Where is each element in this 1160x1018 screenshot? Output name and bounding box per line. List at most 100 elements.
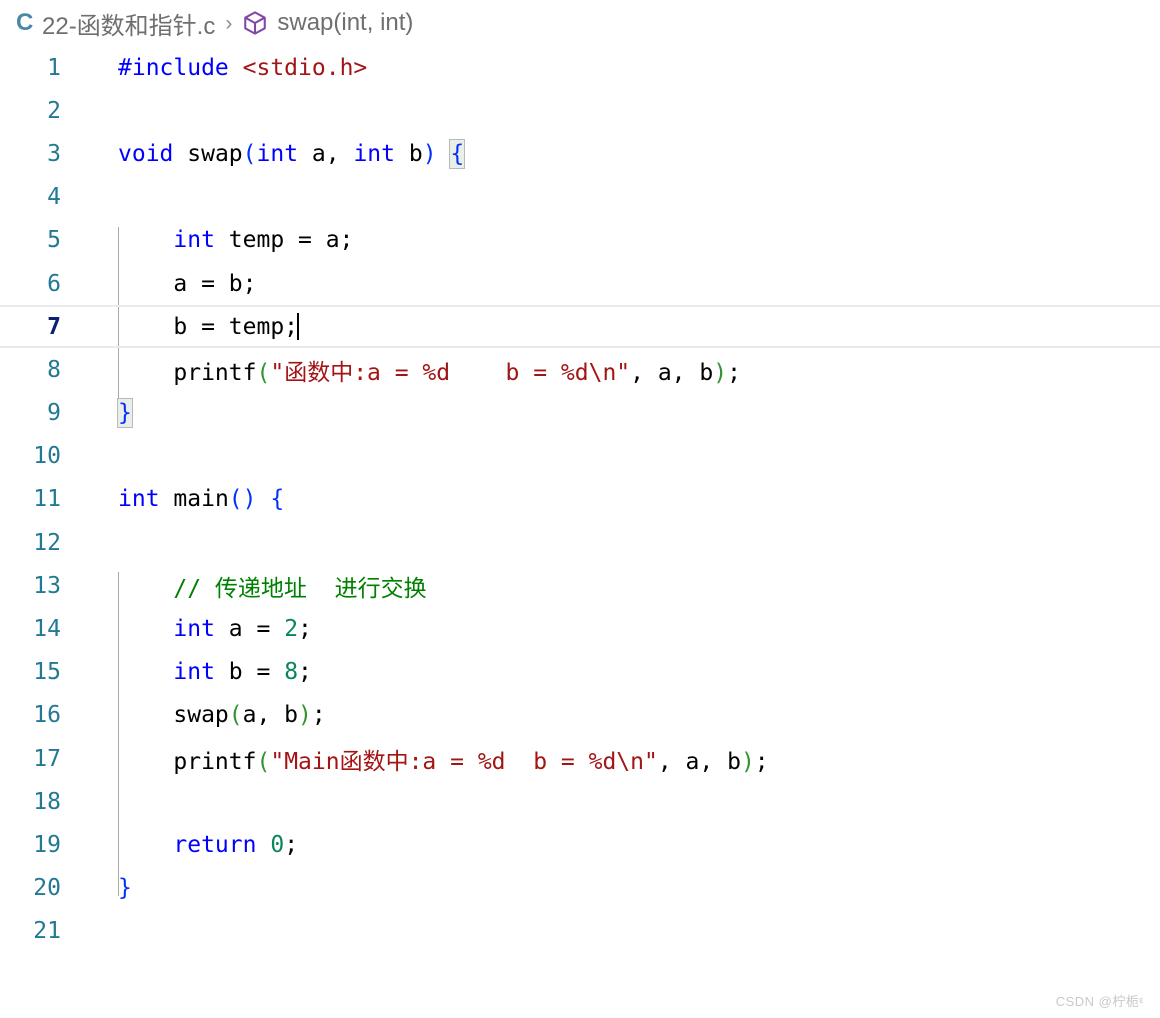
token-keyword-int: int	[173, 227, 215, 254]
token-header: <stdio.h>	[242, 54, 368, 81]
token-keyword-int: int	[173, 616, 215, 643]
code-line-6[interactable]: 6 a = b;	[0, 262, 1160, 305]
token-assignment: b = temp;	[173, 314, 299, 341]
token-parens: ()	[228, 486, 257, 513]
code-line-20[interactable]: 20 }	[0, 867, 1160, 910]
token-declaration: b =	[214, 659, 285, 686]
code-line-15[interactable]: 15 int b = 8;	[0, 651, 1160, 694]
line-content: int temp = a;	[70, 227, 1160, 253]
token-number: 2	[284, 616, 299, 643]
token-keyword-int: int	[353, 140, 395, 167]
token-paren-open: (	[256, 748, 271, 775]
token-arguments: , a, b	[657, 748, 741, 775]
code-line-3[interactable]: 3 void swap(int a, int b) {	[0, 132, 1160, 175]
code-line-10[interactable]: 10	[0, 435, 1160, 478]
token-semicolon: ;	[284, 831, 299, 858]
line-number: 10	[33, 443, 61, 470]
token-number: 0	[270, 831, 285, 858]
line-content: }	[70, 398, 1160, 429]
line-number: 6	[47, 270, 61, 297]
line-number: 20	[33, 875, 61, 902]
line-number: 13	[33, 572, 61, 599]
line-number: 15	[33, 659, 61, 686]
token-function-name: swap	[187, 140, 243, 167]
code-line-2[interactable]: 2	[0, 89, 1160, 132]
line-content: printf("Main函数中:a = %d b = %d\n", a, b);	[70, 742, 1160, 776]
breadcrumb-file-segment[interactable]: C 22-函数和指针.c	[16, 6, 215, 41]
token-keyword-void: void	[118, 140, 174, 167]
line-content: a = b;	[70, 271, 1160, 297]
code-line-5[interactable]: 5 int temp = a;	[0, 219, 1160, 262]
breadcrumb-symbol-segment[interactable]: swap(int, int)	[242, 9, 413, 37]
line-content: return 0;	[70, 832, 1160, 858]
breadcrumb-separator-icon: ›	[225, 11, 233, 35]
token-preprocessor: #include	[118, 54, 229, 81]
csdn-watermark: CSDN @柠栀ᵋ	[1055, 994, 1144, 1009]
token-function-call: swap	[173, 702, 229, 729]
token-string-literal: "Main函数中:a = %d b = %d\n"	[270, 748, 658, 775]
text-cursor	[297, 313, 300, 341]
line-number: 9	[47, 400, 61, 427]
code-editor[interactable]: 1 #include <stdio.h> 2 3 void swap(int a…	[0, 46, 1160, 1018]
c-file-icon: C	[16, 9, 34, 36]
token-number: 8	[284, 659, 299, 686]
token-paren-close: )	[422, 140, 437, 167]
token-brace-open: {	[270, 486, 285, 513]
token-assignment: a = b;	[173, 270, 257, 297]
token-declaration: temp = a;	[214, 227, 354, 254]
line-number: 21	[33, 918, 61, 945]
token-paren-open: (	[228, 702, 243, 729]
token-param-a: a,	[298, 140, 354, 167]
token-paren-close: )	[713, 359, 728, 386]
line-content: int b = 8;	[70, 659, 1160, 685]
token-paren-close: )	[298, 702, 312, 729]
code-line-11[interactable]: 11 int main() {	[0, 478, 1160, 521]
code-line-18[interactable]: 18	[0, 780, 1160, 823]
code-line-16[interactable]: 16 swap(a, b);	[0, 694, 1160, 737]
token-function-call: printf	[173, 748, 257, 775]
token-semicolon: ;	[311, 702, 326, 729]
token-semicolon: ;	[298, 659, 312, 686]
code-line-8[interactable]: 8 printf("函数中:a = %d b = %d\n", a, b);	[0, 348, 1160, 391]
line-content: // 传递地址 进行交换	[70, 569, 1160, 603]
code-line-7-active[interactable]: 7 b = temp;	[0, 305, 1160, 349]
code-line-12[interactable]: 12	[0, 521, 1160, 564]
token-brace-close-matched: }	[117, 398, 133, 429]
line-number: 5	[47, 227, 61, 254]
token-comment: // 传递地址 进行交换	[173, 575, 427, 602]
code-line-17[interactable]: 17 printf("Main函数中:a = %d b = %d\n", a, …	[0, 737, 1160, 780]
token-string-literal: "函数中:a = %d b = %d\n"	[270, 359, 631, 386]
code-line-1[interactable]: 1 #include <stdio.h>	[0, 46, 1160, 89]
token-paren-open: (	[242, 140, 257, 167]
breadcrumb: C 22-函数和指针.c › swap(int, int)	[0, 0, 1160, 46]
token-arguments: , a, b	[630, 359, 714, 386]
line-content: int main() {	[70, 486, 1160, 512]
token-brace-open-matched: {	[449, 138, 466, 169]
code-line-13[interactable]: 13 // 传递地址 进行交换	[0, 564, 1160, 607]
token-keyword-int: int	[118, 486, 160, 513]
token-paren-open: (	[256, 359, 271, 386]
line-number: 14	[33, 616, 61, 643]
line-content: printf("函数中:a = %d b = %d\n", a, b);	[70, 353, 1160, 387]
line-number: 8	[47, 356, 61, 383]
code-line-14[interactable]: 14 int a = 2;	[0, 607, 1160, 650]
line-number: 16	[33, 702, 61, 729]
token-keyword-int: int	[256, 140, 299, 167]
line-number: 11	[33, 486, 61, 513]
line-number: 12	[33, 529, 61, 556]
line-number-active: 7	[47, 313, 61, 340]
code-line-21[interactable]: 21	[0, 910, 1160, 953]
line-number: 17	[33, 745, 61, 772]
code-line-9[interactable]: 9 }	[0, 392, 1160, 435]
token-semicolon: ;	[727, 359, 741, 386]
token-function-name: main	[173, 486, 229, 513]
line-number: 2	[47, 97, 61, 124]
code-line-19[interactable]: 19 return 0;	[0, 823, 1160, 866]
code-line-4[interactable]: 4	[0, 176, 1160, 219]
line-content: int a = 2;	[70, 616, 1160, 642]
